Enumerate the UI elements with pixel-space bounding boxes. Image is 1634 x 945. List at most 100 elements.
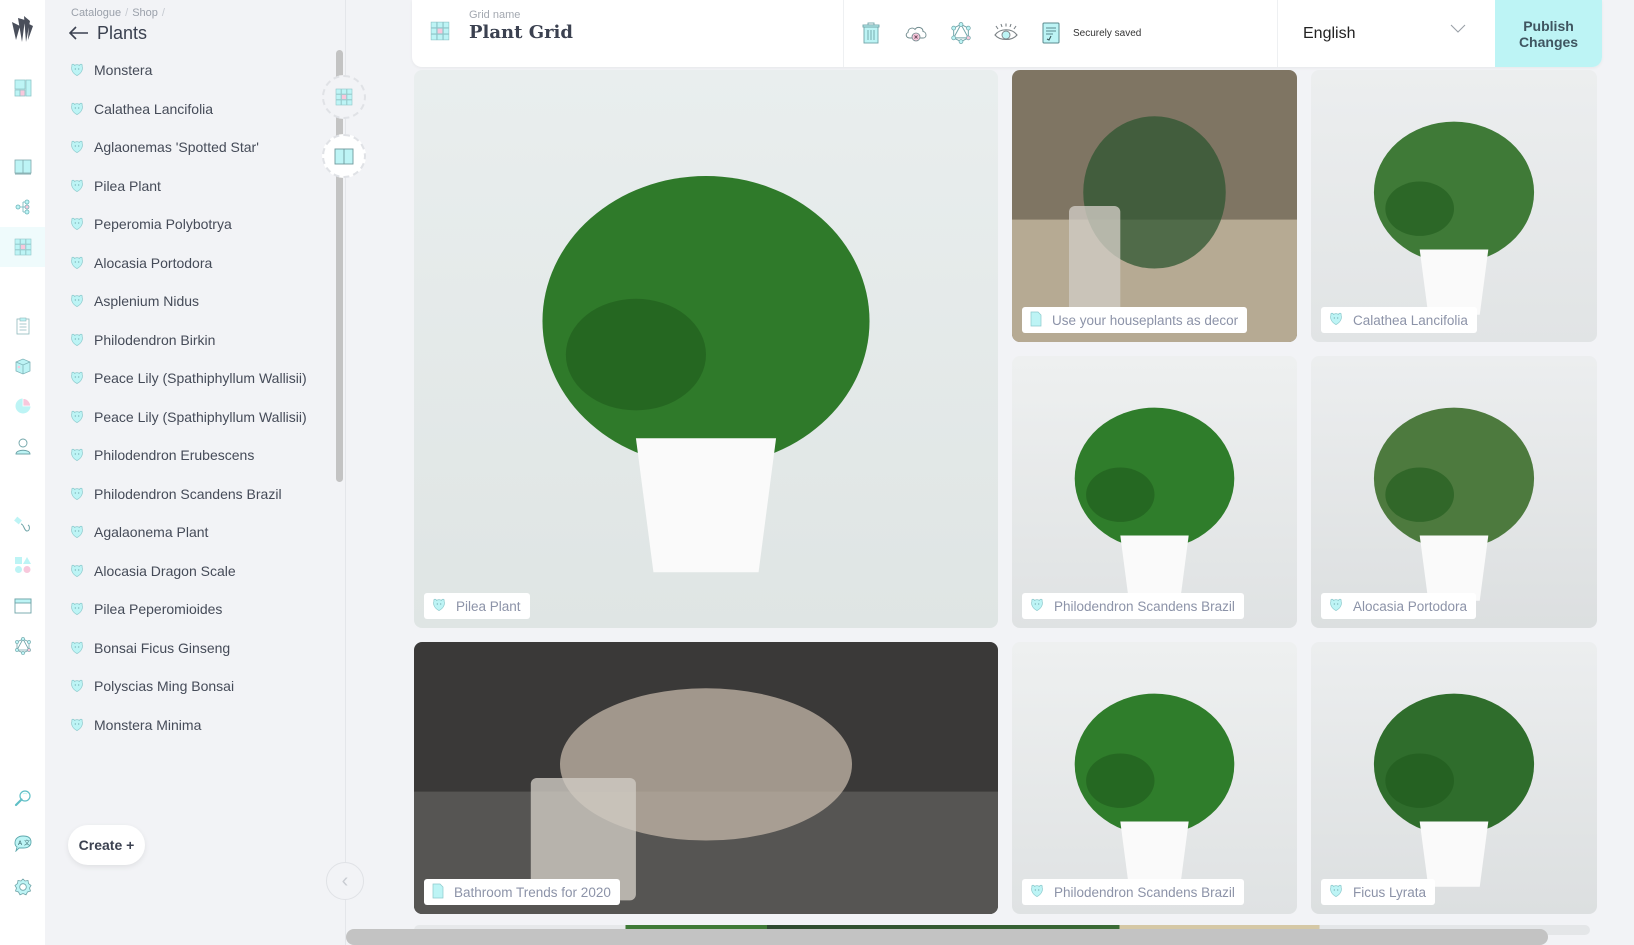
- rail-content[interactable]: [0, 147, 45, 187]
- grid-mode-button[interactable]: [322, 75, 366, 119]
- tile-label-text: Alocasia Portodora: [1353, 598, 1468, 614]
- tile-image: [1012, 70, 1297, 342]
- back-arrow-icon[interactable]: [68, 22, 89, 44]
- breadcrumb: Catalogue / Shop /: [71, 7, 165, 19]
- plant-list-item-label: Asplenium Nidus: [94, 293, 200, 309]
- rail-translations[interactable]: A文: [0, 823, 45, 863]
- collapse-panel-button[interactable]: ‹: [326, 862, 364, 900]
- breadcrumb-item-shop[interactable]: Shop: [132, 7, 158, 19]
- tile-label: Bathroom Trends for 2020: [424, 879, 620, 905]
- plant-list-item[interactable]: Philodendron Erubescens: [70, 438, 320, 477]
- plant-list-item-label: Alocasia Portodora: [94, 254, 213, 271]
- saved-document-icon: [1042, 22, 1060, 44]
- breadcrumb-item-catalogue[interactable]: Catalogue: [71, 7, 121, 19]
- plant-list-item-label: Alocasia Dragon Scale: [94, 562, 236, 579]
- preview-button[interactable]: [993, 19, 1019, 47]
- plant-icon: [70, 371, 84, 390]
- svg-text:文: 文: [24, 839, 30, 847]
- plant-list-item-label: Bonsai Ficus Ginseng: [94, 639, 231, 656]
- plant-list-item-label: Philodendron Scandens Brazil: [94, 485, 282, 502]
- plant-list-item-label: Calathea Lancifolia: [94, 100, 214, 117]
- product-tile[interactable]: Alocasia Portodora: [1311, 356, 1597, 628]
- language-select[interactable]: English: [1278, 0, 1496, 67]
- plant-icon: [70, 217, 84, 236]
- plant-list-item[interactable]: Peperomia Polybotrya: [70, 207, 320, 246]
- plant-list-item[interactable]: Pilea Peperomioides: [70, 592, 320, 631]
- rail-grids[interactable]: [0, 227, 45, 267]
- product-tile[interactable]: Philodendron Scandens Brazil: [1012, 356, 1297, 628]
- rail-dashboard[interactable]: [0, 68, 45, 108]
- tile-label-text: Philodendron Scandens Brazil: [1054, 598, 1235, 614]
- article-icon: [432, 883, 444, 902]
- plant-list-item-label: Polyscias Ming Bonsai: [94, 678, 235, 694]
- plant-icon: [70, 564, 84, 583]
- grid-header: Grid name Plant Grid Securely saved Engl…: [412, 0, 1602, 67]
- article-tile[interactable]: Use your houseplants as decor: [1012, 70, 1297, 342]
- graphql-button[interactable]: [948, 19, 974, 47]
- plant-list-item[interactable]: Alocasia Dragon Scale: [70, 554, 320, 593]
- rail-graphql[interactable]: [0, 626, 45, 666]
- product-tile[interactable]: Ficus Lyrata: [1311, 642, 1597, 914]
- plant-list-item[interactable]: Alocasia Portodora: [70, 246, 320, 285]
- tile-label-text: Pilea Plant: [456, 598, 521, 614]
- create-button[interactable]: Create +: [68, 825, 145, 865]
- plant-icon: [70, 410, 84, 429]
- plant-list-item[interactable]: Pilea Plant: [70, 169, 320, 208]
- plant-list-item[interactable]: Aglaonemas 'Spotted Star': [70, 130, 320, 169]
- grid-name-field[interactable]: Plant Grid: [469, 22, 573, 43]
- rail-users[interactable]: [0, 426, 45, 466]
- plant-list: Monstera Calathea Lancifolia Aglaonemas 'S…: [70, 53, 320, 746]
- plant-icon: [70, 294, 84, 313]
- plant-list-item-label: Monstera: [94, 62, 153, 78]
- pie-chart-icon: [15, 398, 31, 414]
- plant-list-item[interactable]: Monstera Minima: [70, 708, 320, 747]
- grid-horizontal-scrollbar[interactable]: [346, 929, 1548, 945]
- content-mode-button[interactable]: [322, 134, 366, 178]
- product-tile[interactable]: Calathea Lancifolia: [1311, 70, 1597, 342]
- rail-layouts[interactable]: [0, 586, 45, 626]
- plant-list-item[interactable]: Bonsai Ficus Ginseng: [70, 631, 320, 670]
- plant-list-item-label: Philodendron Birkin: [94, 331, 216, 348]
- rail-analytics[interactable]: [0, 386, 45, 426]
- plant-list-item[interactable]: Agalaonema Plant: [70, 515, 320, 554]
- plant-list-item[interactable]: Asplenium Nidus: [70, 284, 320, 323]
- rail-hooks[interactable]: [0, 505, 45, 545]
- plant-list-item-label: Pilea Peperomioides: [94, 601, 223, 617]
- rail-search[interactable]: [0, 778, 45, 818]
- rail-orders[interactable]: [0, 306, 45, 346]
- rail-components[interactable]: [0, 545, 45, 585]
- header-divider: [843, 0, 844, 67]
- plant-list-item-label: Peace Lily (Spathiphyllum Wallisii): [94, 408, 307, 425]
- hierarchy-icon: [15, 199, 29, 215]
- tile-image: [1311, 70, 1597, 342]
- unpublish-button[interactable]: [903, 19, 929, 47]
- product-tile[interactable]: Philodendron Scandens Brazil: [1012, 642, 1297, 914]
- plant-list-item[interactable]: Philodendron Scandens Brazil: [70, 477, 320, 516]
- plant-list-item[interactable]: Peace Lily (Spathiphyllum Wallisii): [70, 361, 320, 400]
- rail-settings[interactable]: [0, 867, 45, 907]
- tile-label: Ficus Lyrata: [1321, 879, 1436, 905]
- plant-list-item[interactable]: Philodendron Birkin: [70, 323, 320, 362]
- trash-icon: [862, 22, 880, 44]
- tile-label-text: Use your houseplants as decor: [1052, 312, 1239, 328]
- plant-icon: [70, 679, 84, 698]
- plant-list-item[interactable]: Peace Lily (Spathiphyllum Wallisii): [70, 400, 320, 439]
- rail-products[interactable]: [0, 346, 45, 386]
- plant-icon: [1030, 598, 1044, 615]
- plant-icon: [70, 448, 84, 467]
- chevron-down-icon: [1450, 24, 1466, 33]
- tile-image: [1012, 642, 1297, 914]
- plant-list-item[interactable]: Polyscias Ming Bonsai: [70, 669, 320, 708]
- article-tile[interactable]: Bathroom Trends for 2020: [414, 642, 998, 914]
- tile-image: [1012, 356, 1297, 628]
- delete-button[interactable]: [858, 19, 884, 47]
- rail-hierarchy[interactable]: [0, 187, 45, 227]
- plant-list-item[interactable]: Calathea Lancifolia: [70, 92, 320, 131]
- product-tile[interactable]: Pilea Plant: [414, 70, 998, 628]
- cloud-remove-icon: [905, 26, 927, 42]
- publish-changes-button[interactable]: Publish Changes: [1495, 0, 1602, 67]
- tile-label-text: Bathroom Trends for 2020: [454, 884, 611, 900]
- plant-list-item[interactable]: Monstera: [70, 53, 320, 92]
- settings-icon: [13, 878, 32, 896]
- plant-icon: [1329, 884, 1343, 901]
